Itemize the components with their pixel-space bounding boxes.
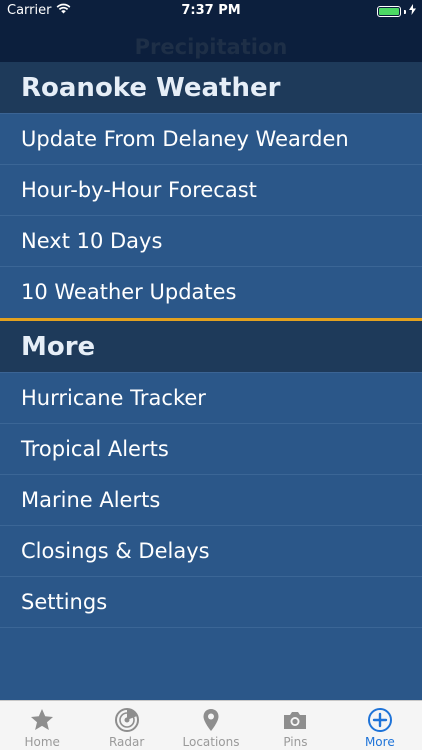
menu-item-next-10-days[interactable]: Next 10 Days [0,216,422,267]
menu-item-marine-alerts[interactable]: Marine Alerts [0,475,422,526]
status-right [377,4,416,19]
menu-item-hour-by-hour-forecast[interactable]: Hour-by-Hour Forecast [0,165,422,216]
tab-radar[interactable]: Radar [84,701,168,750]
menu-item-settings[interactable]: Settings [0,577,422,628]
battery-icon [377,6,401,17]
tab-pins-label: Pins [283,735,308,749]
tab-pins[interactable]: Pins [253,701,337,750]
radar-icon [114,708,139,732]
section-header-roanoke-weather: Roanoke Weather [0,62,422,114]
tab-home-label: Home [24,735,60,749]
menu-item-10-weather-updates[interactable]: 10 Weather Updates [0,267,422,318]
location-pin-icon [203,709,219,731]
star-icon [31,709,54,730]
battery-tip [404,9,406,14]
tab-more[interactable]: More [338,701,422,750]
camera-icon [284,712,307,729]
tab-locations-label: Locations [182,735,240,749]
tab-locations[interactable]: Locations [169,701,253,750]
battery-level [379,8,399,15]
status-time: 7:37 PM [181,3,241,18]
section-header-more: More [0,321,422,373]
status-bar: Carrier 7:37 PM [0,0,422,22]
menu-item-tropical-alerts[interactable]: Tropical Alerts [0,424,422,475]
tab-more-label: More [364,735,395,749]
tab-radar-label: Radar [108,735,145,749]
menu-item-update-from-delaney-wearden[interactable]: Update From Delaney Wearden [0,114,422,165]
menu-item-closings-delays[interactable]: Closings & Delays [0,526,422,577]
menu-item-hurricane-tracker[interactable]: Hurricane Tracker [0,373,422,424]
plus-circle-icon [367,708,392,732]
menu: Roanoke Weather Update From Delaney Wear… [0,62,422,628]
nav-bar: Precipitation [0,22,422,62]
tab-home[interactable]: Home [0,701,84,750]
tab-bar: Home Radar Locations Pins More [0,700,422,750]
nav-title: Precipitation [134,35,288,59]
charging-bolt-icon [409,4,416,19]
